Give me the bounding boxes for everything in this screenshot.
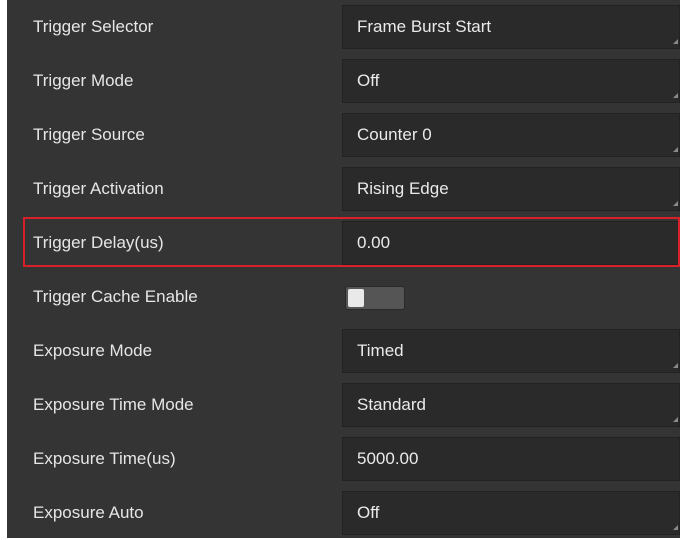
dropdown-value: Timed [357,341,404,360]
property-label: Exposure Time(us) [33,449,176,468]
dropdown-value: Standard [357,395,426,414]
dropdown-value: Off [357,71,380,90]
dropdown-grip-icon [673,39,678,44]
dropdown-grip-icon [673,201,678,206]
property-row-trigger-source: Trigger Source Counter 0 [7,108,680,162]
dropdown-value: Rising Edge [357,179,449,198]
dropdown-value: Counter 0 [357,125,432,144]
dropdown-grip-icon [673,363,678,368]
trigger-mode-dropdown[interactable]: Off [342,59,680,103]
input-value: 0.00 [357,233,391,252]
dropdown-value: Off [357,503,380,522]
property-label: Exposure Auto [33,503,144,522]
property-row-trigger-selector: Trigger Selector Frame Burst Start [7,0,680,54]
trigger-source-dropdown[interactable]: Counter 0 [342,113,680,157]
exposure-auto-dropdown[interactable]: Off [342,491,680,535]
trigger-delay-input[interactable]: 0.00 [342,221,680,265]
exposure-mode-dropdown[interactable]: Timed [342,329,680,373]
toggle-knob [348,289,364,307]
property-row-trigger-activation: Trigger Activation Rising Edge [7,162,680,216]
property-label: Trigger Selector [33,17,154,36]
trigger-selector-dropdown[interactable]: Frame Burst Start [342,5,680,49]
property-row-trigger-cache-enable: Trigger Cache Enable [7,270,680,324]
trigger-activation-dropdown[interactable]: Rising Edge [342,167,680,211]
property-label: Trigger Activation [33,179,164,198]
exposure-time-mode-dropdown[interactable]: Standard [342,383,680,427]
property-row-exposure-auto: Exposure Auto Off [7,486,680,540]
exposure-time-input[interactable]: 5000.00 [342,437,680,481]
property-row-exposure-time: Exposure Time(us) 5000.00 [7,432,680,486]
property-label: Trigger Source [33,125,145,144]
property-label: Trigger Cache Enable [33,287,198,306]
dropdown-value: Frame Burst Start [357,17,492,36]
dropdown-grip-icon [673,417,678,422]
property-row-trigger-delay: Trigger Delay(us) 0.00 [7,216,680,270]
property-label: Trigger Delay(us) [33,233,164,252]
input-value: 5000.00 [357,449,419,468]
property-panel: Trigger Selector Frame Burst Start Trigg… [7,0,680,538]
dropdown-grip-icon [673,93,678,98]
property-label: Exposure Time Mode [33,395,194,414]
property-label: Trigger Mode [33,71,134,90]
property-label: Exposure Mode [33,341,153,360]
property-row-exposure-time-mode: Exposure Time Mode Standard [7,378,680,432]
property-row-trigger-mode: Trigger Mode Off [7,54,680,108]
trigger-cache-enable-toggle[interactable] [345,286,405,310]
dropdown-grip-icon [673,147,678,152]
property-row-exposure-mode: Exposure Mode Timed [7,324,680,378]
dropdown-grip-icon [673,525,678,530]
